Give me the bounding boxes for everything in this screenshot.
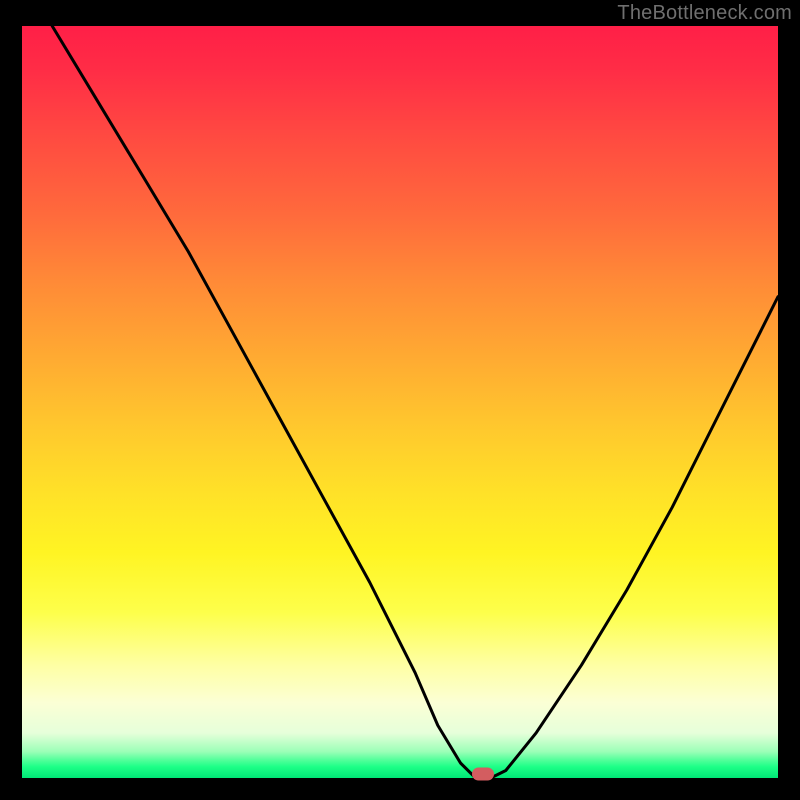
curve-path [52, 26, 778, 778]
bottleneck-curve [22, 26, 778, 778]
watermark-text: TheBottleneck.com [617, 2, 792, 25]
chart-frame: TheBottleneck.com [0, 0, 800, 800]
min-marker [472, 768, 494, 781]
